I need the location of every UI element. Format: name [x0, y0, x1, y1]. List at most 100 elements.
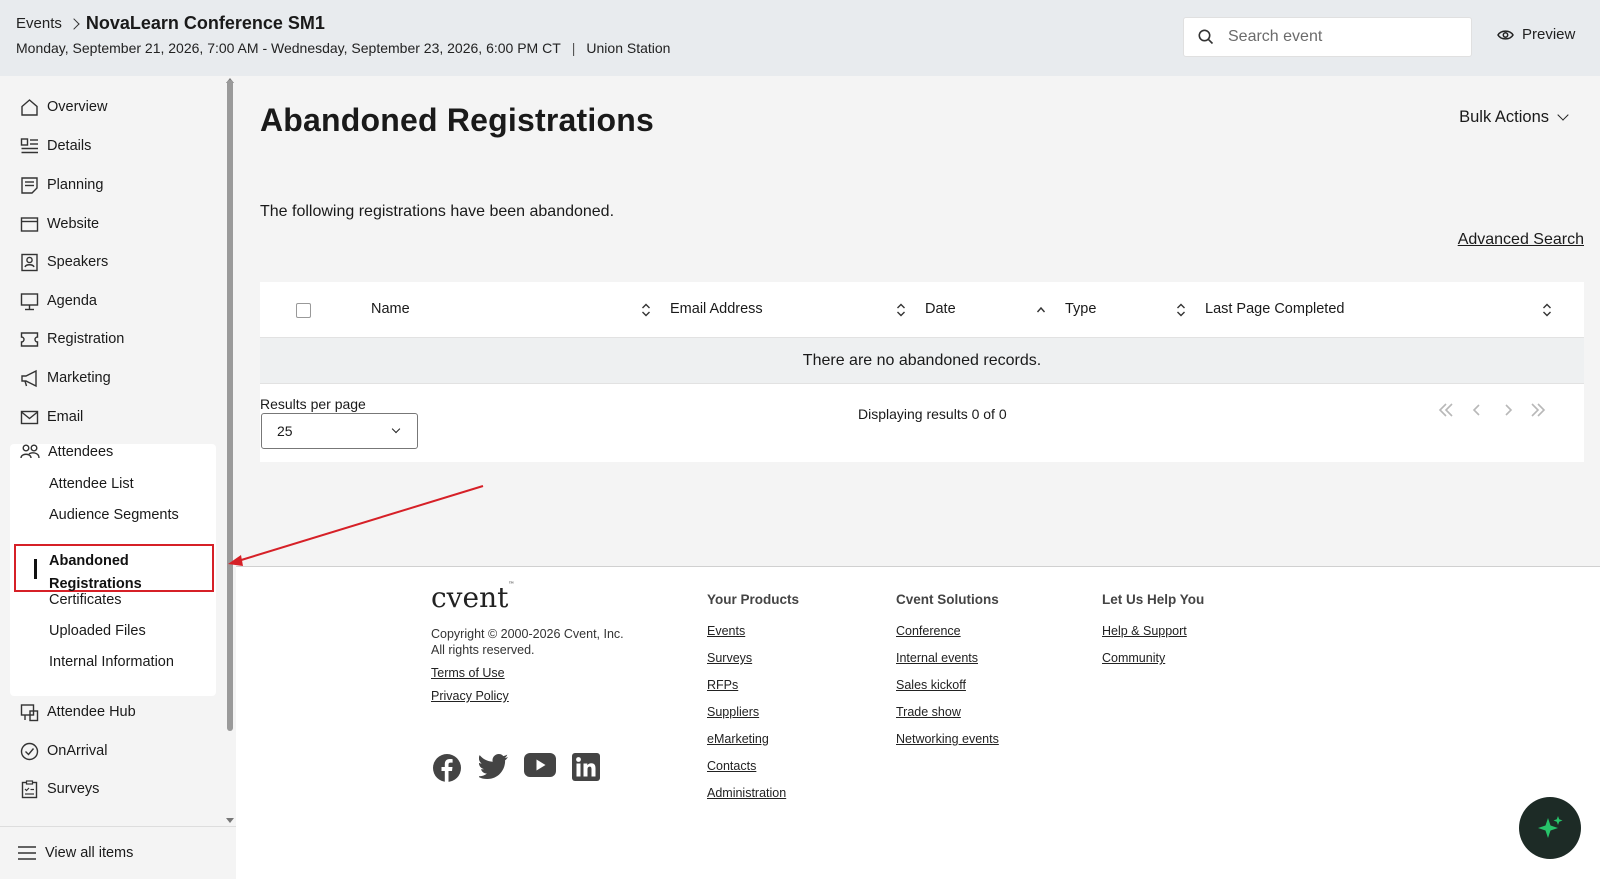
footer-link-help-support[interactable]: Help & Support — [1102, 624, 1187, 638]
footer-link-sales-kickoff[interactable]: Sales kickoff — [896, 678, 966, 692]
copyright: Copyright © 2000-2026 Cvent, Inc. All ri… — [431, 626, 624, 658]
sidebar-item-planning[interactable]: Planning — [20, 173, 103, 197]
details-icon — [20, 137, 38, 153]
footer-link-internal-events[interactable]: Internal events — [896, 651, 978, 665]
search-input[interactable] — [1228, 28, 1448, 46]
sidebar-item-overview[interactable]: Overview — [20, 95, 107, 119]
terms-link[interactable]: Terms of Use — [431, 666, 505, 680]
bulk-actions-label: Bulk Actions — [1459, 108, 1549, 126]
breadcrumb-events-link[interactable]: Events — [16, 15, 62, 32]
youtube-icon[interactable] — [524, 753, 556, 777]
sidebar-item-email[interactable]: Email — [20, 405, 83, 429]
last-page-icon[interactable] — [1530, 402, 1546, 418]
sidebar-nav: Overview Details Planning Website Speake… — [0, 76, 236, 879]
search-icon — [1198, 29, 1214, 45]
sidebar-subitem-internal-information[interactable]: Internal Information — [49, 654, 174, 670]
sidebar-item-label: Email — [47, 409, 84, 425]
results-count: Displaying results 0 of 0 — [858, 406, 1007, 422]
label-line-1: Abandoned — [49, 553, 129, 569]
footer-link-conference[interactable]: Conference — [896, 624, 961, 638]
facebook-icon[interactable] — [432, 753, 462, 783]
sidebar-item-label: Details — [47, 138, 92, 154]
page-description: The following registrations have been ab… — [260, 203, 615, 220]
sidebar-item-surveys[interactable]: Surveys — [20, 777, 99, 801]
footer-link-administration[interactable]: Administration — [707, 786, 786, 800]
menu-icon — [18, 846, 36, 860]
sidebar-item-details[interactable]: Details — [20, 134, 91, 158]
sidebar-item-label: Registration — [47, 331, 125, 347]
footer-link-community[interactable]: Community — [1102, 651, 1165, 665]
copyright-line-1: Copyright © 2000-2026 Cvent, Inc. — [431, 627, 624, 641]
results-per-page-select[interactable]: 25 — [261, 413, 418, 449]
footer-link-networking-events[interactable]: Networking events — [896, 732, 999, 746]
megaphone-icon — [21, 369, 37, 387]
sidebar-item-label: Overview — [47, 99, 108, 115]
column-header-name[interactable]: Name — [371, 301, 410, 317]
sort-icon[interactable] — [896, 302, 906, 318]
registrations-table: Name Email Address Date Type Last Page C… — [260, 282, 1584, 462]
main-content: Abandoned Registrations Bulk Actions The… — [236, 76, 1600, 566]
footer-link-events[interactable]: Events — [707, 624, 745, 638]
footer-link-emarketing[interactable]: eMarketing — [707, 732, 769, 746]
footer-link-contacts[interactable]: Contacts — [707, 759, 756, 773]
column-header-last-page[interactable]: Last Page Completed — [1205, 301, 1344, 317]
breadcrumb: Events NovaLearn Conference SM1 — [16, 13, 325, 34]
first-page-icon[interactable] — [1438, 402, 1454, 418]
search-box[interactable] — [1183, 17, 1472, 57]
preview-button[interactable]: Preview — [1497, 26, 1575, 43]
logo-text: cvent — [431, 581, 509, 614]
sidebar-item-website[interactable]: Website — [20, 212, 99, 236]
advanced-search-link[interactable]: Advanced Search — [1458, 231, 1584, 249]
footer-link-rfps[interactable]: RFPs — [707, 678, 738, 692]
copyright-line-2: All rights reserved. — [431, 643, 535, 657]
footer-link-trade-show[interactable]: Trade show — [896, 705, 961, 719]
view-all-label: View all items — [45, 845, 134, 861]
speakers-icon — [21, 253, 38, 271]
sidebar-item-onarrival[interactable]: OnArrival — [20, 739, 107, 763]
footer-link-surveys[interactable]: Surveys — [707, 651, 752, 665]
ai-assistant-button[interactable] — [1519, 797, 1581, 859]
sidebar-item-attendee-hub[interactable]: Attendee Hub — [20, 700, 136, 724]
column-header-type[interactable]: Type — [1065, 301, 1096, 317]
privacy-link[interactable]: Privacy Policy — [431, 689, 509, 703]
chevron-right-icon — [68, 17, 80, 30]
sort-icon[interactable] — [1542, 302, 1552, 318]
sidebar-subitem-label: Abandoned Registrations — [49, 550, 142, 596]
sidebar-item-agenda[interactable]: Agenda — [20, 289, 97, 313]
sort-ascending-icon[interactable] — [1036, 302, 1046, 318]
sidebar-subitem-certificates[interactable]: Certificates — [49, 592, 122, 608]
sidebar-item-attendees[interactable]: Attendees — [20, 440, 113, 464]
sort-icon[interactable] — [1176, 302, 1186, 318]
sidebar-item-registration[interactable]: Registration — [20, 327, 124, 351]
scroll-down-arrow[interactable] — [226, 818, 234, 823]
sidebar-subitem-uploaded-files[interactable]: Uploaded Files — [49, 623, 146, 639]
linkedin-icon[interactable] — [572, 753, 600, 781]
sort-icon[interactable] — [641, 302, 651, 318]
sidebar-subitem-audience-segments[interactable]: Audience Segments — [49, 507, 179, 523]
event-location: Union Station — [586, 40, 671, 56]
sidebar-item-label: Attendee Hub — [47, 704, 136, 720]
sidebar-item-label: Speakers — [47, 254, 109, 270]
sidebar-scrollbar[interactable] — [227, 80, 233, 731]
empty-message: There are no abandoned records. — [802, 351, 1042, 369]
select-all-checkbox[interactable] — [296, 303, 311, 318]
sidebar-item-label: Planning — [47, 177, 104, 193]
eye-icon — [1497, 29, 1514, 40]
twitter-icon[interactable] — [479, 753, 509, 781]
column-header-email[interactable]: Email Address — [670, 301, 763, 317]
hub-icon — [20, 703, 39, 721]
sidebar-subitem-attendee-list[interactable]: Attendee List — [49, 476, 134, 492]
footer-link-suppliers[interactable]: Suppliers — [707, 705, 759, 719]
sidebar-item-speakers[interactable]: Speakers — [20, 250, 108, 274]
cvent-logo: cvent™ — [431, 581, 515, 614]
sidebar-item-marketing[interactable]: Marketing — [20, 366, 111, 390]
next-page-icon[interactable] — [1503, 402, 1513, 418]
sidebar-item-label: Attendees — [48, 444, 114, 460]
previous-page-icon[interactable] — [1472, 402, 1482, 418]
sidebar-subitem-abandoned-registrations[interactable]: Abandoned Registrations — [14, 544, 214, 592]
bulk-actions-dropdown[interactable]: Bulk Actions — [1459, 108, 1569, 127]
view-all-items-button[interactable]: View all items — [0, 826, 236, 879]
preview-label: Preview — [1522, 26, 1576, 43]
results-per-page-label: Results per page — [260, 396, 366, 412]
column-header-date[interactable]: Date — [925, 301, 956, 317]
